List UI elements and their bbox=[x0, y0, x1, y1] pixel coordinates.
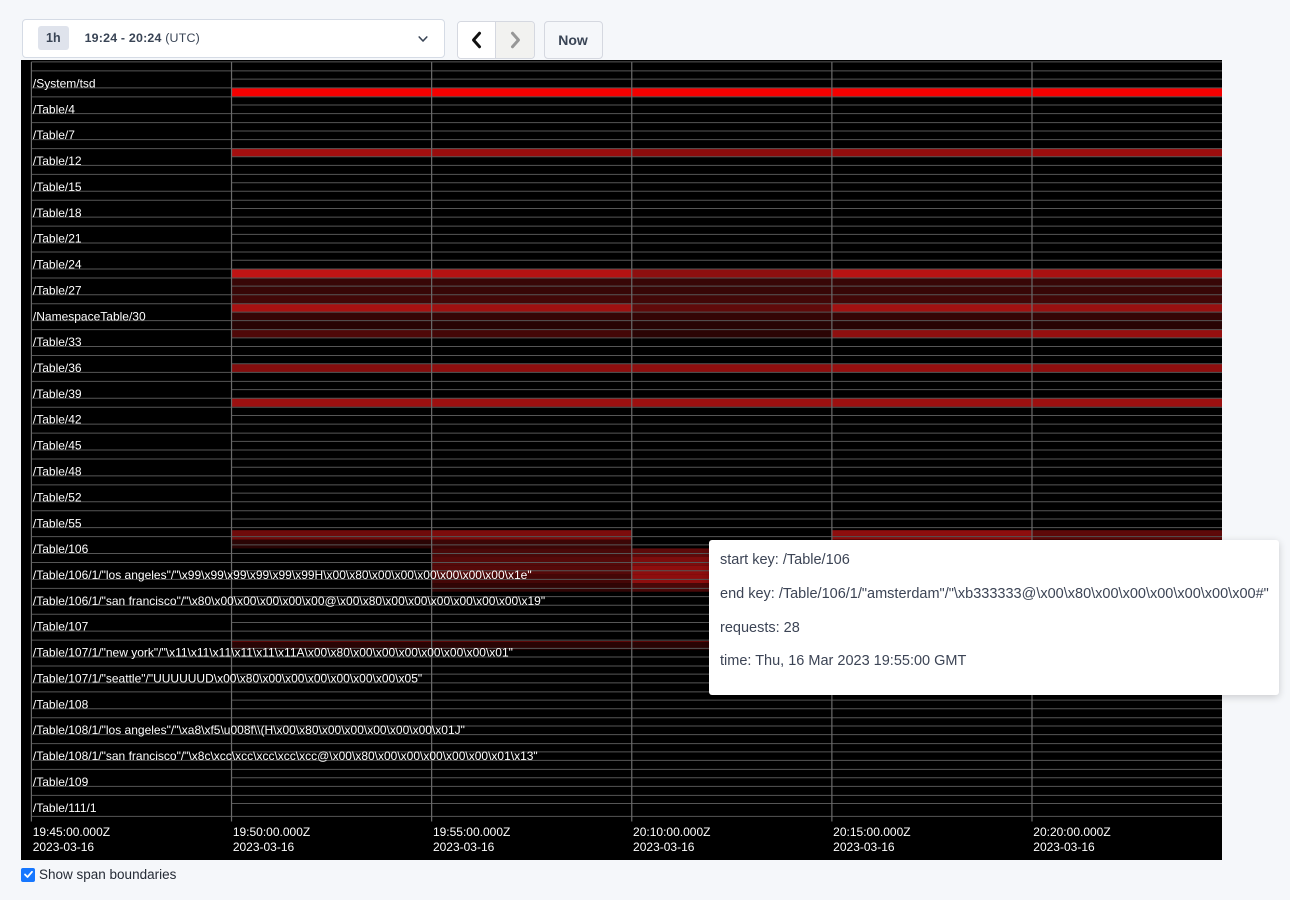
svg-text:/Table/109: /Table/109 bbox=[33, 775, 89, 789]
svg-text:/Table/18: /Table/18 bbox=[33, 206, 82, 220]
svg-text:20:20:00.000Z: 20:20:00.000Z bbox=[1033, 825, 1110, 839]
svg-text:20:15:00.000Z: 20:15:00.000Z bbox=[833, 825, 910, 839]
svg-text:19:55:00.000Z: 19:55:00.000Z bbox=[433, 825, 510, 839]
svg-text:/Table/27: /Table/27 bbox=[33, 283, 82, 297]
svg-text:/Table/21: /Table/21 bbox=[33, 232, 82, 246]
svg-text:19:50:00.000Z: 19:50:00.000Z bbox=[233, 825, 310, 839]
svg-text:/Table/4: /Table/4 bbox=[33, 102, 75, 116]
svg-text:19:45:00.000Z: 19:45:00.000Z bbox=[33, 825, 110, 839]
svg-text:/Table/39: /Table/39 bbox=[33, 387, 82, 401]
svg-text:/System/tsd: /System/tsd bbox=[33, 76, 96, 90]
svg-text:/Table/42: /Table/42 bbox=[33, 413, 82, 427]
svg-text:/Table/106: /Table/106 bbox=[33, 542, 89, 556]
svg-text:/NamespaceTable/30: /NamespaceTable/30 bbox=[33, 309, 146, 323]
svg-text:/Table/12: /Table/12 bbox=[33, 154, 82, 168]
svg-text:/Table/107: /Table/107 bbox=[33, 620, 89, 634]
svg-text:2023-03-16: 2023-03-16 bbox=[433, 840, 495, 854]
svg-text:/Table/52: /Table/52 bbox=[33, 490, 82, 504]
svg-text:/Table/45: /Table/45 bbox=[33, 439, 82, 453]
svg-text:2023-03-16: 2023-03-16 bbox=[233, 840, 295, 854]
svg-text:/Table/36: /Table/36 bbox=[33, 361, 82, 375]
svg-text:/Table/107/1/"new york"/"\x11\: /Table/107/1/"new york"/"\x11\x11\x11\x1… bbox=[33, 646, 513, 660]
svg-text:/Table/111/1: /Table/111/1 bbox=[33, 801, 97, 815]
svg-text:/Table/24: /Table/24 bbox=[33, 258, 82, 272]
svg-text:/Table/55: /Table/55 bbox=[33, 516, 82, 530]
svg-text:/Table/7: /Table/7 bbox=[33, 128, 75, 142]
svg-text:2023-03-16: 2023-03-16 bbox=[633, 840, 695, 854]
svg-text:/Table/108/1/"los angeles"/"\x: /Table/108/1/"los angeles"/"\xa8\xf5\u00… bbox=[33, 723, 465, 737]
svg-text:/Table/33: /Table/33 bbox=[33, 335, 82, 349]
svg-text:/Table/108: /Table/108 bbox=[33, 697, 89, 711]
svg-text:/Table/106/1/"los angeles"/"\x: /Table/106/1/"los angeles"/"\x99\x99\x99… bbox=[33, 568, 532, 582]
svg-text:20:10:00.000Z: 20:10:00.000Z bbox=[633, 825, 710, 839]
svg-text:/Table/108/1/"san francisco"/": /Table/108/1/"san francisco"/"\x8c\xcc\x… bbox=[33, 749, 538, 763]
svg-text:/Table/48: /Table/48 bbox=[33, 465, 82, 479]
svg-text:/Table/107/1/"seattle"/"UUUUUU: /Table/107/1/"seattle"/"UUUUUUD\x00\x80\… bbox=[33, 671, 422, 685]
svg-text:2023-03-16: 2023-03-16 bbox=[833, 840, 895, 854]
svg-text:/Table/106/1/"san francisco"/": /Table/106/1/"san francisco"/"\x80\x00\x… bbox=[33, 594, 545, 608]
svg-text:2023-03-16: 2023-03-16 bbox=[33, 840, 95, 854]
svg-text:/Table/15: /Table/15 bbox=[33, 180, 82, 194]
svg-text:2023-03-16: 2023-03-16 bbox=[1033, 840, 1095, 854]
